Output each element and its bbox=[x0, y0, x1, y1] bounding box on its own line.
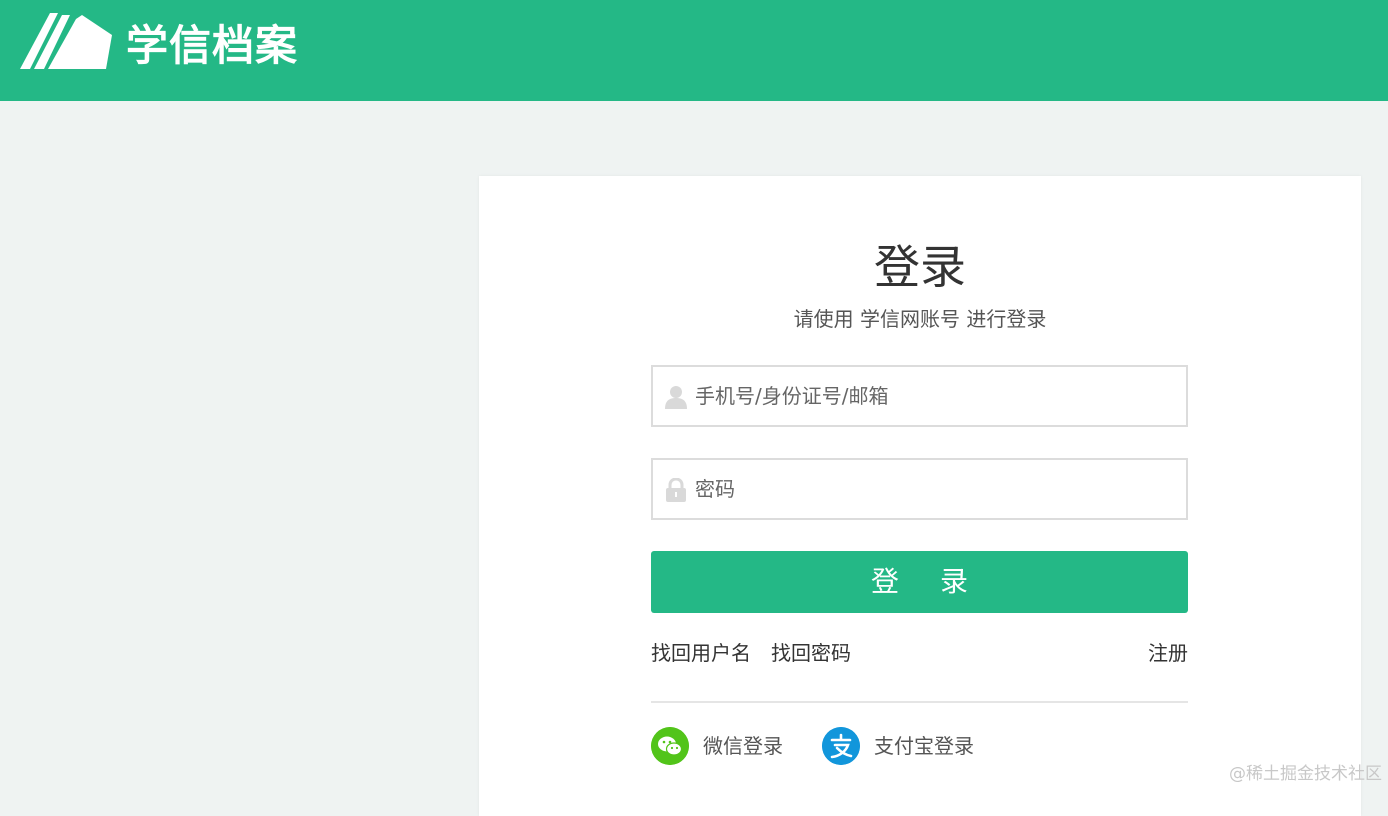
watermark: @稀土掘金技术社区 bbox=[1229, 764, 1382, 784]
wechat-login-label: 微信登录 bbox=[703, 734, 783, 758]
login-button[interactable]: 登 录 bbox=[651, 551, 1188, 613]
account-links: 找回用户名 找回密码 注册 bbox=[651, 639, 1188, 667]
wechat-icon bbox=[651, 727, 689, 765]
password-field[interactable] bbox=[651, 458, 1188, 520]
login-subtitle: 请使用 学信网账号 进行登录 bbox=[793, 307, 1047, 331]
alipay-login-label: 支付宝登录 bbox=[874, 734, 974, 758]
username-field[interactable] bbox=[651, 365, 1188, 427]
username-input[interactable] bbox=[695, 367, 1175, 425]
password-input[interactable] bbox=[695, 460, 1175, 518]
lock-icon bbox=[666, 478, 686, 502]
login-title: 登录 bbox=[874, 240, 966, 294]
user-icon bbox=[665, 386, 687, 409]
find-password-link[interactable]: 找回密码 bbox=[771, 639, 851, 667]
login-card: 登录 请使用 学信网账号 进行登录 登 录 找回用户名 找回密码 注册 bbox=[479, 176, 1361, 816]
register-link[interactable]: 注册 bbox=[1148, 639, 1188, 667]
brand-name: 学信档案 bbox=[126, 21, 299, 70]
divider bbox=[651, 701, 1188, 703]
top-header: 学信档案 bbox=[0, 0, 1388, 101]
find-username-link[interactable]: 找回用户名 bbox=[651, 639, 751, 667]
brand-logo-icon bbox=[20, 13, 112, 69]
alipay-icon bbox=[822, 727, 860, 765]
